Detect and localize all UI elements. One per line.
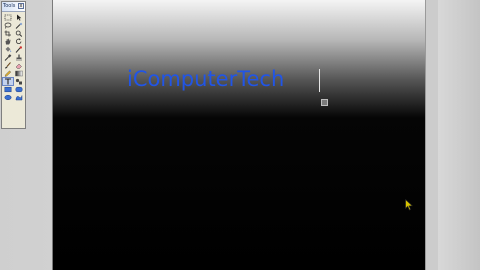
recolor-icon[interactable] (14, 46, 24, 53)
rounded-rectangle-icon[interactable] (14, 86, 24, 93)
eraser-icon[interactable] (14, 62, 24, 69)
mouse-pointer-icon (405, 199, 413, 211)
ellipse-icon[interactable] (3, 94, 13, 101)
paint-bucket-icon[interactable] (3, 46, 13, 53)
tools-window-close-button[interactable]: x (18, 3, 24, 9)
paintbrush-icon[interactable] (3, 62, 13, 69)
eyedropper-icon[interactable] (3, 54, 13, 61)
rectangle-icon[interactable] (3, 86, 13, 93)
tools-window-title: Tools (3, 3, 16, 9)
tools-window-titlebar[interactable]: Tools x (2, 2, 25, 12)
freeform-icon[interactable] (14, 94, 24, 101)
move-arrow-icon[interactable] (14, 14, 24, 21)
text-box-resize-handle[interactable] (321, 99, 328, 106)
text-tool-icon[interactable] (2, 77, 14, 86)
shapes-icon[interactable] (14, 78, 24, 85)
crop-icon[interactable] (3, 30, 13, 37)
text-caret (319, 69, 320, 92)
workspace-right-edge (438, 0, 480, 270)
image-canvas[interactable]: iComputerTech (52, 0, 426, 270)
pan-hand-icon[interactable] (3, 38, 13, 45)
tool-grid (2, 12, 25, 101)
marquee-rect-icon[interactable] (3, 14, 13, 21)
tools-window[interactable]: Tools x (1, 1, 26, 129)
pencil-icon[interactable] (3, 70, 13, 77)
gradient-icon[interactable] (14, 70, 24, 77)
rotate-icon[interactable] (14, 38, 24, 45)
lasso-icon[interactable] (3, 22, 13, 29)
magic-wand-icon[interactable] (14, 22, 24, 29)
clone-stamp-icon[interactable] (14, 54, 24, 61)
zoom-icon[interactable] (14, 30, 24, 37)
canvas-text-layer[interactable]: iComputerTech (127, 67, 284, 91)
